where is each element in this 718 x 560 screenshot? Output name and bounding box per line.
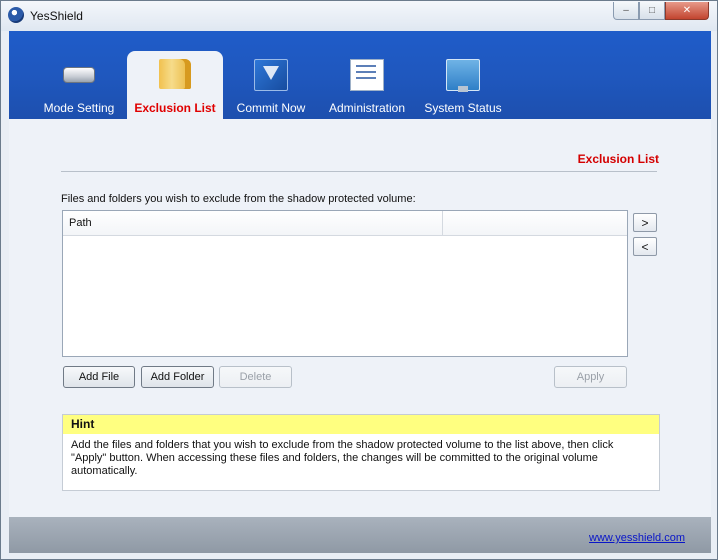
app-window: YesShield – □ ✕ Mode Setting Exclusion L… — [0, 0, 718, 560]
tab-exclusion-list[interactable]: Exclusion List — [127, 51, 223, 119]
hint-box: Hint Add the files and folders that you … — [62, 414, 660, 491]
main-panel: Exclusion List Files and folders you wis… — [9, 119, 711, 517]
tab-label: Administration — [328, 101, 406, 115]
close-button[interactable]: ✕ — [665, 2, 709, 20]
delete-button[interactable]: Delete — [219, 366, 292, 388]
title-bar[interactable]: YesShield – □ ✕ — [1, 1, 717, 31]
footer-bar: www.yesshield.com — [9, 517, 711, 553]
add-folder-button[interactable]: Add Folder — [141, 366, 214, 388]
commit-icon — [254, 59, 288, 91]
tab-label: System Status — [424, 101, 502, 115]
website-link[interactable]: www.yesshield.com — [589, 532, 685, 544]
hint-title: Hint — [63, 415, 659, 434]
apply-button[interactable]: Apply — [554, 366, 627, 388]
divider — [61, 171, 657, 172]
add-file-button[interactable]: Add File — [63, 366, 135, 388]
maximize-button[interactable]: □ — [639, 2, 665, 20]
window-controls: – □ ✕ — [613, 2, 709, 20]
tab-label: Mode Setting — [43, 101, 115, 115]
tab-label: Exclusion List — [134, 101, 216, 115]
exclusion-list[interactable]: Path — [62, 210, 628, 357]
minimize-button[interactable]: – — [613, 2, 639, 20]
window-title: YesShield — [30, 9, 83, 23]
tab-bar: Mode Setting Exclusion List Commit Now A… — [9, 31, 711, 119]
move-right-button[interactable]: > — [633, 213, 657, 232]
column-header-empty[interactable] — [444, 211, 627, 235]
tab-administration[interactable]: Administration — [319, 51, 415, 119]
folder-icon — [159, 59, 191, 89]
tab-mode-setting[interactable]: Mode Setting — [31, 51, 127, 119]
hint-text: Add the files and folders that you wish … — [71, 439, 614, 477]
admin-icon — [350, 59, 384, 91]
intro-text: Files and folders you wish to exclude fr… — [61, 193, 416, 205]
tab-commit-now[interactable]: Commit Now — [223, 51, 319, 119]
tab-system-status[interactable]: System Status — [415, 51, 511, 119]
yesshield-logo-icon — [8, 7, 24, 23]
column-header-path[interactable]: Path — [63, 211, 443, 235]
list-header: Path — [63, 211, 627, 236]
move-left-button[interactable]: < — [633, 237, 657, 256]
status-icon — [446, 59, 480, 92]
drive-icon — [63, 67, 95, 83]
tab-label: Commit Now — [236, 101, 306, 115]
section-title: Exclusion List — [577, 152, 659, 166]
